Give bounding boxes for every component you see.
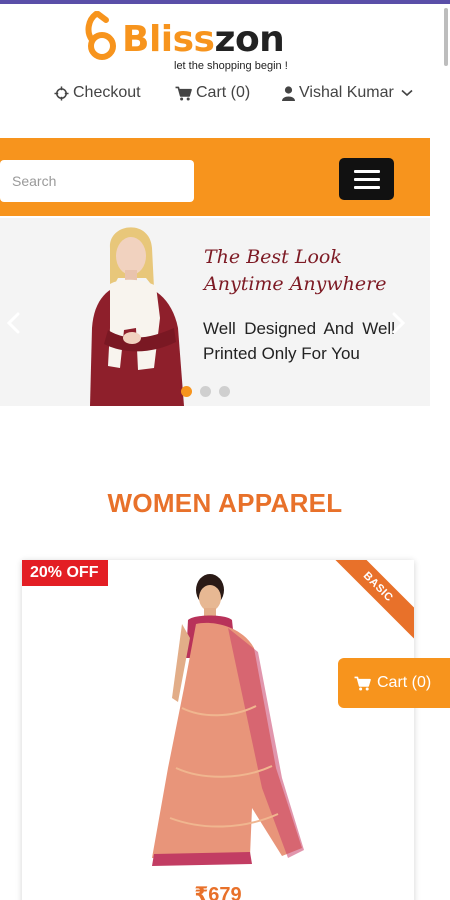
search-bar (0, 138, 430, 216)
basic-ribbon: BASIC (324, 560, 414, 645)
chevron-left-icon[interactable] (6, 312, 20, 334)
carousel-dot-3[interactable] (219, 386, 230, 397)
slide-heading-line1: The Best Look (204, 246, 342, 268)
cart-label: Cart (0) (196, 84, 251, 101)
checkout-label: Checkout (73, 84, 141, 101)
brand-logo[interactable]: Blisszon let the shopping begin ! (82, 10, 322, 76)
scrollbar-thumb[interactable] (444, 8, 448, 66)
slide-heading: The Best Look Anytime Anywhere (204, 244, 386, 298)
hero-carousel[interactable]: The Best Look Anytime Anywhere Well Desi… (0, 218, 430, 406)
hamburger-line (353, 177, 380, 181)
floating-cart-button[interactable]: Cart (0) (338, 658, 450, 708)
discount-badge: 20% OFF (22, 560, 109, 586)
chevron-right-icon[interactable] (392, 312, 406, 334)
brand-name: Blisszon (122, 19, 285, 60)
top-accent-strip (0, 0, 450, 4)
cart-icon (175, 86, 192, 100)
crosshair-icon (54, 85, 69, 101)
product-card[interactable]: 20% OFF BASIC ₹679 (22, 560, 414, 900)
model-scarf-image (80, 218, 192, 406)
ribbon-corner: BASIC (324, 560, 414, 650)
checkout-link[interactable]: Checkout (54, 84, 141, 102)
carousel-dot-1[interactable] (181, 386, 192, 397)
user-icon (282, 85, 295, 101)
hamburger-line (353, 185, 380, 189)
hamburger-menu-button[interactable] (339, 158, 394, 200)
search-input[interactable] (0, 160, 194, 202)
logo-mark-icon (85, 11, 116, 60)
hamburger-line (353, 169, 380, 173)
chevron-down-icon (401, 89, 413, 97)
brand-tagline: let the shopping begin ! (174, 60, 288, 72)
section-title: WOMEN APPAREL (107, 488, 343, 518)
user-menu[interactable]: Vishal Kumar (282, 84, 413, 102)
slide-subtext: Well Designed And Well Printed Only For … (203, 319, 395, 363)
carousel-dot-2[interactable] (200, 386, 211, 397)
saree-product-image (152, 574, 304, 866)
cart-icon (354, 676, 371, 690)
user-name: Vishal Kumar (299, 84, 394, 101)
carousel-indicators (181, 386, 230, 397)
floating-cart-label: Cart (0) (377, 674, 432, 691)
top-navigation: Checkout Cart (0) Vishal Kumar (0, 84, 450, 108)
slide-heading-line2: Anytime Anywhere (204, 273, 387, 295)
cart-link[interactable]: Cart (0) (175, 84, 250, 102)
product-price: ₹679 (194, 884, 242, 900)
